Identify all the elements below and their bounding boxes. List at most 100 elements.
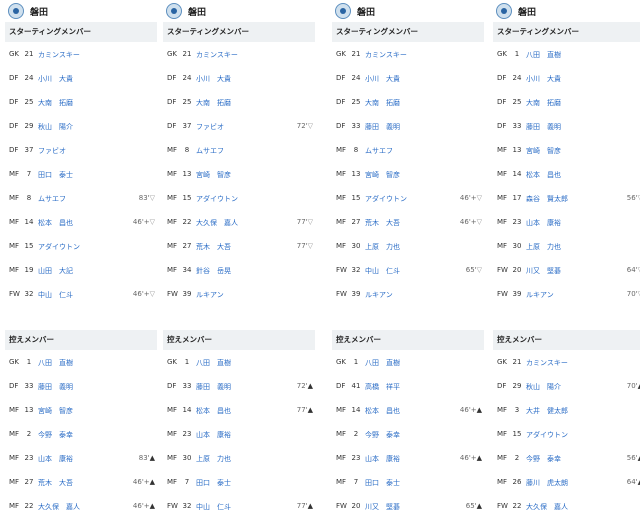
player-name-link[interactable]: 中山 仁斗 (38, 290, 73, 300)
player-name-link[interactable]: ルキアン (196, 290, 224, 300)
player-name-link[interactable]: 大南 拓磨 (38, 98, 73, 108)
player-name-link[interactable]: 山本 康裕 (365, 454, 400, 464)
player-number: 23 (351, 454, 361, 462)
player-name-link[interactable]: 大南 拓磨 (526, 98, 561, 108)
player-name-link[interactable]: 宮崎 智彦 (196, 170, 231, 180)
player-name-link[interactable]: 小川 大貴 (526, 74, 561, 84)
player-number: 27 (182, 242, 192, 250)
player-number: 30 (351, 242, 361, 250)
player-position: MF (167, 478, 178, 486)
player-name-link[interactable]: 今野 泰幸 (365, 430, 400, 440)
player-name-link[interactable]: カミンスキー (526, 358, 568, 368)
player-name-link[interactable]: 大久保 嘉人 (526, 502, 568, 512)
player-name-link[interactable]: 秋山 陽介 (38, 122, 73, 132)
player-name-link[interactable]: ファビオ (38, 146, 66, 156)
player-name-link[interactable]: 藤田 義明 (196, 382, 231, 392)
player-name-link[interactable]: 今野 泰幸 (38, 430, 73, 440)
substitution-info: 72'▲ (297, 382, 313, 390)
player-number: 1 (26, 358, 32, 366)
player-name-link[interactable]: 森谷 賢太郎 (526, 194, 568, 204)
substitution-time: 77' (296, 502, 308, 510)
player-name-link[interactable]: ムサエフ (196, 146, 224, 156)
player-name-link[interactable]: 秋山 陽介 (526, 382, 561, 392)
player-name-link[interactable]: 八田 直樹 (196, 358, 231, 368)
player-name-link[interactable]: 大井 健太郎 (526, 406, 568, 416)
player-name-link[interactable]: 上原 力也 (365, 242, 400, 252)
player-name-link[interactable]: 大久保 嘉人 (38, 502, 80, 512)
player-name-link[interactable]: 山本 康裕 (196, 430, 231, 440)
starting-members-heading: スターティングメンバー (163, 22, 315, 42)
player-name-link[interactable]: カミンスキー (365, 50, 407, 60)
player-name-link[interactable]: 川又 堅碁 (365, 502, 400, 512)
player-name-link[interactable]: 松本 昌也 (196, 406, 231, 416)
player-name-link[interactable]: ルキアン (526, 290, 554, 300)
substitution-time: 70' (626, 290, 638, 298)
player-name-link[interactable]: 藤川 虎太朗 (526, 478, 568, 488)
player-name-link[interactable]: ルキアン (365, 290, 393, 300)
player-name-link[interactable]: 八田 直樹 (526, 50, 561, 60)
player-number: 33 (512, 122, 522, 130)
player-position: DF (497, 382, 507, 390)
player-name-link[interactable]: 山田 大記 (38, 266, 73, 276)
player-name-link[interactable]: 田口 泰士 (365, 478, 400, 488)
lineup-column-3: 磐田 スターティングメンバー GK 21 カミンスキー DF 24 小川 大貴 DF 25 大南 拓… (332, 0, 484, 526)
player-name-link[interactable]: 大久保 嘉人 (196, 218, 238, 228)
player-name-link[interactable]: 小川 大貴 (365, 74, 400, 84)
player-name-link[interactable]: 松本 昌也 (38, 218, 73, 228)
player-name-link[interactable]: 荒木 大吾 (365, 218, 400, 228)
player-name-link[interactable]: 藤田 義明 (365, 122, 400, 132)
player-position: GK (167, 50, 178, 58)
substitution-time: 64' (626, 266, 638, 274)
player-name-link[interactable]: 松本 昌也 (526, 170, 561, 180)
player-name-link[interactable]: 小川 大貴 (196, 74, 231, 84)
player-name-link[interactable]: ムサエフ (38, 194, 66, 204)
player-name-link[interactable]: 上原 力也 (196, 454, 231, 464)
player-name-link[interactable]: アダイウトン (38, 242, 80, 252)
player-name-link[interactable]: 中山 仁斗 (196, 502, 231, 512)
player-name-link[interactable]: アダイウトン (526, 430, 568, 440)
player-name-link[interactable]: 宮崎 智彦 (38, 406, 73, 416)
player-number: 21 (24, 50, 34, 58)
player-row: MF 13 宮崎 智彦 (163, 162, 315, 186)
player-name-link[interactable]: 大南 拓磨 (196, 98, 231, 108)
player-number: 1 (514, 50, 520, 58)
player-name-link[interactable]: 上原 力也 (526, 242, 561, 252)
player-name-link[interactable]: アダイウトン (365, 194, 407, 204)
sub-in-icon: ▲ (307, 382, 313, 390)
player-name-link[interactable]: 宮崎 智彦 (526, 146, 561, 156)
player-name-link[interactable]: 針谷 岳晃 (196, 266, 231, 276)
player-name-link[interactable]: 宮崎 智彦 (365, 170, 400, 180)
player-name-link[interactable]: カミンスキー (196, 50, 238, 60)
player-name-link[interactable]: 小川 大貴 (38, 74, 73, 84)
player-name-link[interactable]: 松本 昌也 (365, 406, 400, 416)
player-row: MF 14 松本 昌也 46'+▽ (5, 210, 157, 234)
player-name-link[interactable]: 高橋 祥平 (365, 382, 400, 392)
player-name-link[interactable]: 田口 泰士 (196, 478, 231, 488)
player-name-link[interactable]: 中山 仁斗 (365, 266, 400, 276)
player-number: 25 (351, 98, 361, 106)
sub-in-icon: ▲ (476, 406, 482, 414)
player-name-link[interactable]: 山本 康裕 (38, 454, 73, 464)
player-name-link[interactable]: 荒木 大吾 (38, 478, 73, 488)
player-row: GK 21 カミンスキー (493, 350, 640, 374)
player-name-link[interactable]: 今野 泰幸 (526, 454, 561, 464)
player-name-link[interactable]: アダイウトン (196, 194, 238, 204)
player-name-link[interactable]: カミンスキー (38, 50, 80, 60)
player-name-link[interactable]: 大南 拓磨 (365, 98, 400, 108)
player-name-link[interactable]: ムサエフ (365, 146, 393, 156)
player-name-link[interactable]: 藤田 義明 (38, 382, 73, 392)
player-position: MF (167, 218, 178, 226)
substitution-time: 77' (296, 242, 308, 250)
player-name-link[interactable]: 山本 康裕 (526, 218, 561, 228)
player-name-link[interactable]: ファビオ (196, 122, 224, 132)
player-position: MF (167, 406, 178, 414)
player-name-link[interactable]: 八田 直樹 (365, 358, 400, 368)
player-name-link[interactable]: 藤田 義明 (526, 122, 561, 132)
sub-in-icon: ▲ (149, 454, 155, 462)
player-name-link[interactable]: 田口 泰士 (38, 170, 73, 180)
player-number: 21 (351, 50, 361, 58)
player-name-link[interactable]: 荒木 大吾 (196, 242, 231, 252)
player-name-link[interactable]: 八田 直樹 (38, 358, 73, 368)
player-position: MF (9, 406, 20, 414)
player-name-link[interactable]: 川又 堅碁 (526, 266, 561, 276)
